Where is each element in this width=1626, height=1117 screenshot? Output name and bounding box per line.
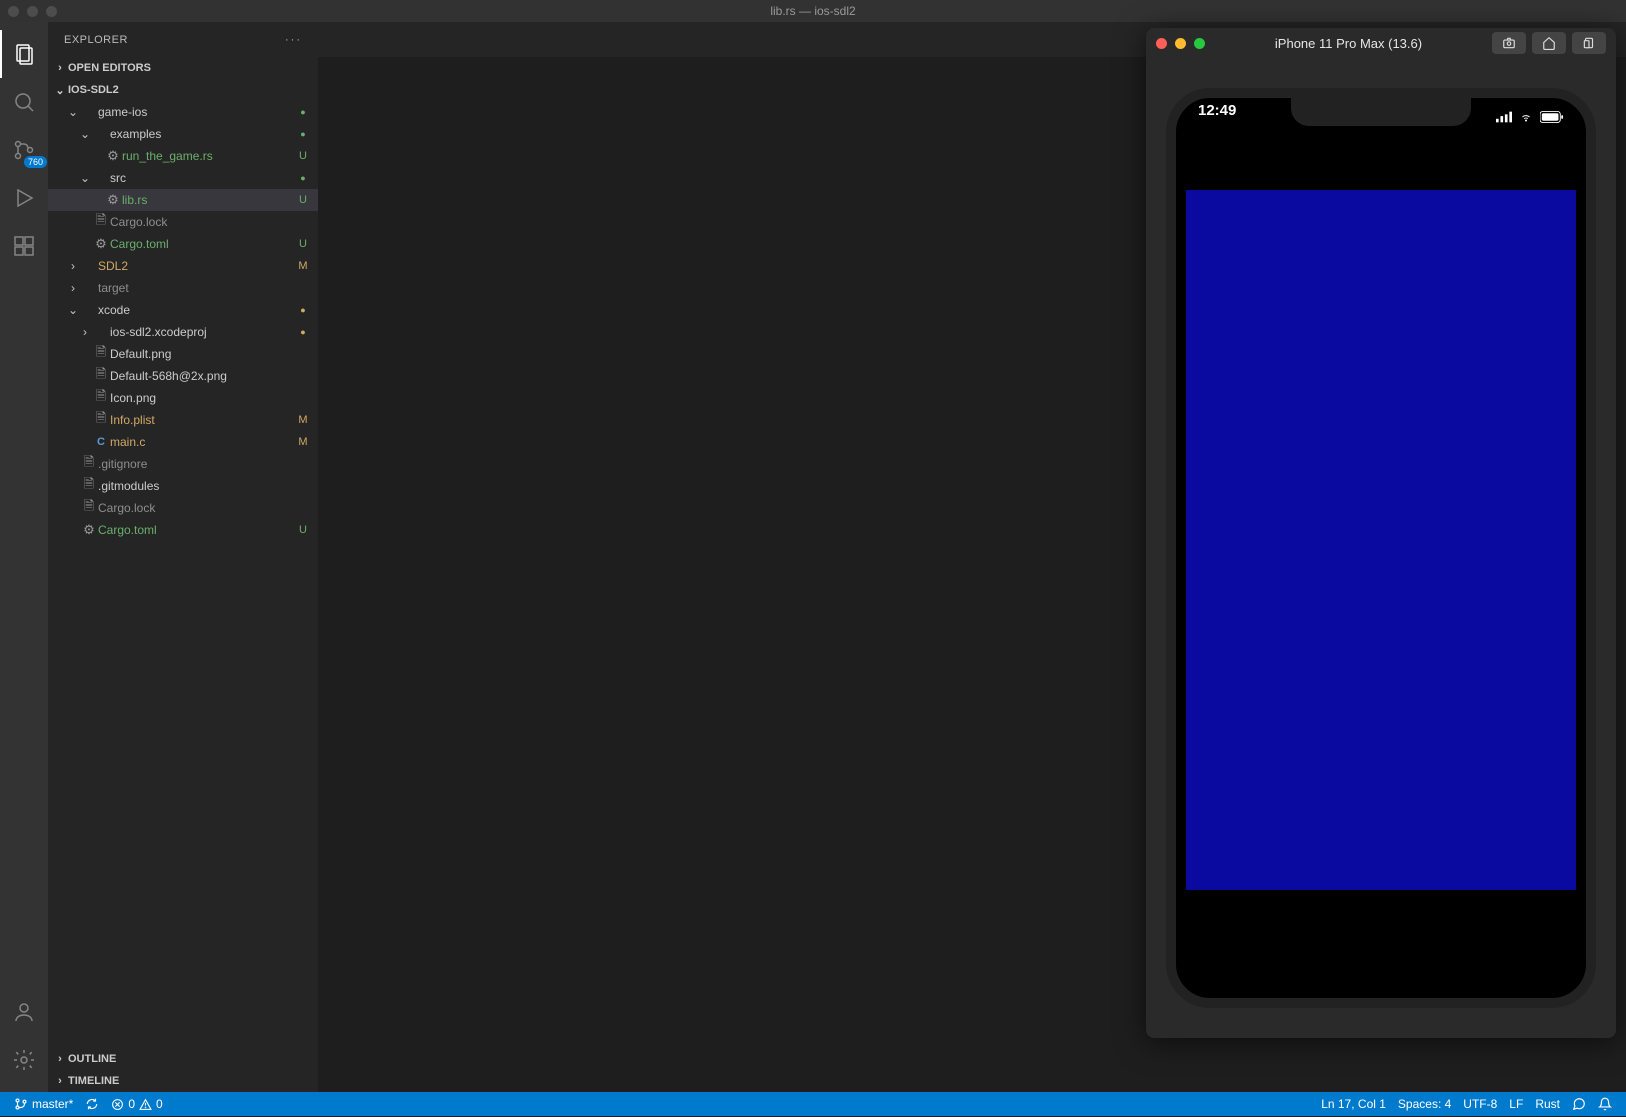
ios-clock: 12:49	[1198, 102, 1236, 132]
file-icon: 🗎	[80, 475, 98, 497]
language-mode[interactable]: Rust	[1529, 1097, 1566, 1111]
file-icon: 🗎	[80, 453, 98, 475]
file-icon: 🗎	[92, 409, 110, 431]
iphone-device-frame: 12:49	[1166, 88, 1596, 1008]
file-tree: ⌄game-ios●⌄examples●⚙run_the_game.rsU⌄sr…	[48, 101, 318, 1048]
tree-folder[interactable]: ›target	[48, 277, 318, 299]
file-icon: 🗎	[92, 365, 110, 387]
app-render-surface[interactable]	[1186, 190, 1576, 890]
file-icon: ⚙	[92, 236, 110, 252]
branch-status[interactable]: master*	[8, 1097, 79, 1111]
sim-minimize-button[interactable]	[1175, 38, 1186, 49]
tree-file[interactable]: 🗎Info.plistM	[48, 409, 318, 431]
line-number-gutter	[318, 79, 368, 1092]
window-title: lib.rs — ios-sdl2	[770, 4, 855, 18]
device-notch	[1291, 98, 1471, 126]
cursor-position[interactable]: Ln 17, Col 1	[1315, 1097, 1392, 1111]
outline-section[interactable]: ›OUTLINE	[48, 1048, 318, 1070]
tree-file[interactable]: ⚙run_the_game.rsU	[48, 145, 318, 167]
sidebar-more-icon[interactable]: ···	[285, 34, 302, 46]
status-bar: master* 0 0 Ln 17, Col 1 Spaces: 4 UTF-8…	[0, 1092, 1626, 1116]
ios-indicators	[1496, 102, 1564, 132]
open-editors-section[interactable]: ›OPEN EDITORS	[48, 57, 318, 79]
file-icon: C	[92, 436, 110, 448]
encoding-status[interactable]: UTF-8	[1457, 1097, 1503, 1111]
simulator-titlebar: iPhone 11 Pro Max (13.6)	[1146, 28, 1616, 58]
run-debug-icon[interactable]	[0, 174, 48, 222]
traffic-lights	[8, 6, 57, 17]
tree-file[interactable]: 🗎.gitignore	[48, 453, 318, 475]
wifi-icon	[1518, 111, 1534, 123]
file-icon: ⚙	[104, 148, 122, 164]
file-icon: ⚙	[80, 522, 98, 538]
problems-status[interactable]: 0 0	[105, 1097, 168, 1111]
rotate-button[interactable]	[1572, 32, 1606, 54]
battery-icon	[1540, 111, 1564, 123]
sim-close-button[interactable]	[1156, 38, 1167, 49]
signal-icon	[1496, 111, 1512, 123]
close-window-button[interactable]	[8, 6, 19, 17]
tree-folder[interactable]: ⌄game-ios●	[48, 101, 318, 123]
tree-folder[interactable]: ⌄examples●	[48, 123, 318, 145]
file-icon: 🗎	[80, 497, 98, 519]
zoom-window-button[interactable]	[46, 6, 57, 17]
eol-status[interactable]: LF	[1503, 1097, 1529, 1111]
file-icon: 🗎	[92, 343, 110, 365]
tree-file[interactable]: ⚙Cargo.tomlU	[48, 519, 318, 541]
explorer-icon[interactable]	[0, 30, 48, 78]
tree-file[interactable]: 🗎Default.png	[48, 343, 318, 365]
tree-file[interactable]: ⚙Cargo.tomlU	[48, 233, 318, 255]
tree-folder[interactable]: ⌄xcode●	[48, 299, 318, 321]
notifications-icon[interactable]	[1592, 1097, 1618, 1111]
tree-file[interactable]: ⚙lib.rsU	[48, 189, 318, 211]
feedback-icon[interactable]	[1566, 1097, 1592, 1111]
indentation-status[interactable]: Spaces: 4	[1392, 1097, 1457, 1111]
search-icon[interactable]	[0, 78, 48, 126]
tree-file[interactable]: 🗎Default-568h@2x.png	[48, 365, 318, 387]
account-icon[interactable]	[0, 988, 48, 1036]
tree-folder[interactable]: ›ios-sdl2.xcodeproj●	[48, 321, 318, 343]
source-control-icon[interactable]: 760	[0, 126, 48, 174]
extensions-icon[interactable]	[0, 222, 48, 270]
minimize-window-button[interactable]	[27, 6, 38, 17]
macos-titlebar: lib.rs — ios-sdl2	[0, 0, 1626, 22]
home-button[interactable]	[1532, 32, 1566, 54]
file-icon: ⚙	[104, 192, 122, 208]
sim-zoom-button[interactable]	[1194, 38, 1205, 49]
settings-gear-icon[interactable]	[0, 1036, 48, 1084]
ios-simulator-window: iPhone 11 Pro Max (13.6) 12:49	[1146, 28, 1616, 1038]
sidebar-title: EXPLORER ···	[48, 22, 318, 57]
simulator-title: iPhone 11 Pro Max (13.6)	[1213, 36, 1484, 51]
tree-file[interactable]: 🗎Cargo.lock	[48, 211, 318, 233]
tree-folder[interactable]: ⌄src●	[48, 167, 318, 189]
tree-file[interactable]: 🗎Cargo.lock	[48, 497, 318, 519]
file-icon: 🗎	[92, 387, 110, 409]
tree-file[interactable]: 🗎.gitmodules	[48, 475, 318, 497]
screenshot-button[interactable]	[1492, 32, 1526, 54]
explorer-sidebar: EXPLORER ··· ›OPEN EDITORS ⌄IOS-SDL2 ⌄ga…	[48, 22, 318, 1092]
scm-badge: 760	[24, 156, 47, 168]
workspace-root-section[interactable]: ⌄IOS-SDL2	[48, 79, 318, 101]
timeline-section[interactable]: ›TIMELINE	[48, 1070, 318, 1092]
file-icon: 🗎	[92, 211, 110, 233]
tree-folder[interactable]: ›SDL2M	[48, 255, 318, 277]
tree-file[interactable]: Cmain.cM	[48, 431, 318, 453]
tree-file[interactable]: 🗎Icon.png	[48, 387, 318, 409]
sync-status[interactable]	[79, 1097, 105, 1111]
activity-bar: 760	[0, 22, 48, 1092]
